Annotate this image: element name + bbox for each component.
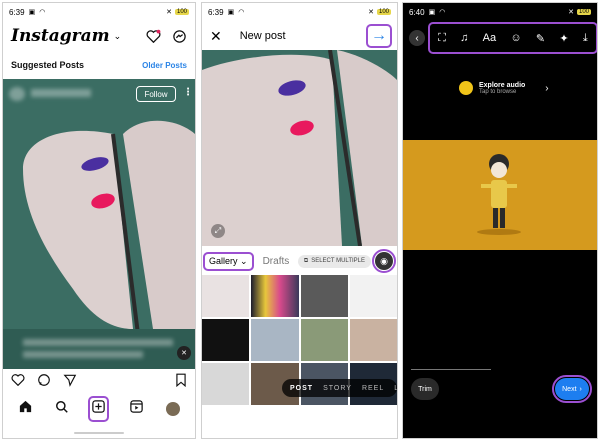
gallery-thumbnail[interactable]	[251, 275, 299, 317]
stack-icon: ⧉	[303, 257, 309, 264]
capture-mode-bar: POST STORY REEL LI	[282, 379, 397, 397]
mode-post[interactable]: POST	[290, 385, 313, 392]
notification-icon: ▣	[227, 9, 235, 16]
gallery-thumbnail[interactable]	[202, 319, 250, 361]
wifi-icon: ◠	[238, 9, 245, 16]
search-icon[interactable]	[55, 400, 69, 419]
bottom-navigation	[3, 395, 195, 423]
home-indicator	[74, 432, 124, 434]
battery-indicator: 100	[576, 9, 591, 15]
suggested-posts-label: Suggested Posts	[11, 60, 85, 70]
heart-icon[interactable]	[11, 373, 25, 391]
mode-live[interactable]: LI	[394, 385, 397, 392]
notification-icon: ▣	[428, 9, 436, 16]
post-image[interactable]	[3, 79, 195, 369]
wifi-icon: ◠	[39, 9, 46, 16]
messenger-icon[interactable]	[171, 28, 187, 44]
mode-reel[interactable]: REEL	[362, 385, 384, 392]
wifi-icon: ◠	[439, 9, 446, 16]
mute-icon[interactable]: ✕	[177, 346, 191, 360]
editor-toolbar: ⛶ ♫ Aa ☺ ✎ ✦ ⤓	[428, 22, 597, 54]
instagram-logo: Instagram	[11, 26, 110, 46]
mode-story[interactable]: STORY	[323, 385, 352, 392]
status-time: 6:39	[208, 7, 224, 17]
status-time: 6:40	[409, 7, 425, 17]
new-post-screen: 6:39 ▣ ◠ ✕ 100 ✕ New post → ⤢ Gallery ⌄ …	[201, 2, 398, 439]
close-icon[interactable]: ✕	[210, 28, 222, 45]
silent-icon: ✕	[166, 9, 172, 16]
post-actions	[3, 373, 195, 391]
sticker-icon[interactable]: ☺	[510, 32, 521, 44]
silent-icon: ✕	[368, 9, 374, 16]
video-preview[interactable]	[403, 140, 597, 250]
bookmark-icon[interactable]	[175, 373, 187, 392]
app-header: Instagram ⌄	[3, 23, 195, 49]
gallery-thumbnail[interactable]	[300, 319, 348, 361]
suggested-posts-bar: Suggested Posts Older Posts	[3, 55, 195, 75]
share-icon[interactable]	[63, 373, 77, 392]
draw-icon[interactable]: ✎	[536, 32, 545, 45]
gallery-bar: Gallery ⌄ Drafts ⧉ SELECT MULTIPLE ◉	[202, 249, 397, 273]
music-icon[interactable]: ♫	[460, 32, 468, 44]
camera-icon[interactable]: ◉	[372, 249, 396, 273]
gallery-thumbnail[interactable]	[251, 319, 299, 361]
select-multiple-label: SELECT MULTIPLE	[311, 258, 365, 264]
next-button[interactable]: Next ›	[552, 375, 592, 403]
chevron-right-icon: ›	[545, 82, 549, 94]
chevron-right-icon: ›	[579, 385, 582, 393]
timeline-track[interactable]	[411, 369, 491, 370]
effects-icon[interactable]: ✦	[559, 32, 568, 45]
avatar[interactable]	[165, 402, 180, 416]
chevron-down-icon: ⌄	[240, 255, 248, 266]
next-arrow-icon[interactable]: →	[366, 24, 392, 48]
status-bar: 6:39 ▣ ◠ ✕ 100	[202, 3, 397, 21]
next-label: Next	[562, 385, 577, 393]
trim-button[interactable]: Trim	[411, 378, 439, 400]
status-bar: 6:40 ▣ ◠ ✕ 100	[403, 3, 597, 21]
back-icon[interactable]: ‹	[409, 30, 425, 46]
screenshot-collage: 6:39 ▣ ◠ ✕ 100 Instagram ⌄ Suggested Pos…	[0, 0, 600, 442]
explore-audio-button[interactable]: Explore audio Tap to browse ›	[459, 81, 549, 95]
older-posts-link[interactable]: Older Posts	[142, 61, 187, 70]
battery-indicator: 100	[174, 9, 189, 15]
gallery-thumbnail[interactable]	[349, 275, 397, 317]
new-post-header: ✕ New post →	[202, 23, 397, 49]
chevron-down-icon[interactable]: ⌄	[114, 31, 122, 42]
status-bar: 6:39 ▣ ◠ ✕ 100	[3, 3, 195, 21]
gallery-thumbnail[interactable]	[202, 363, 250, 405]
reel-editor-screen: 6:40 ▣ ◠ ✕ 100 ‹ ⛶ ♫ Aa ☺ ✎ ✦ ⤓ Explore …	[402, 2, 598, 439]
reels-icon[interactable]	[129, 399, 144, 419]
follow-button[interactable]: Follow	[136, 86, 176, 102]
audio-icon	[459, 81, 473, 95]
select-multiple-button[interactable]: ⧉ SELECT MULTIPLE	[297, 254, 371, 268]
more-options-icon[interactable]: ⋮	[183, 87, 193, 98]
selected-image-preview[interactable]	[202, 50, 397, 246]
create-icon[interactable]	[88, 396, 110, 422]
crop-icon[interactable]: ⛶	[438, 32, 446, 45]
instagram-feed-screen: 6:39 ▣ ◠ ✕ 100 Instagram ⌄ Suggested Pos…	[2, 2, 196, 439]
heart-icon[interactable]	[145, 28, 161, 44]
explore-audio-label: Explore audio	[479, 81, 526, 89]
comment-icon[interactable]	[37, 373, 51, 392]
gallery-label: Gallery	[209, 255, 238, 266]
gallery-thumbnail[interactable]	[349, 319, 397, 361]
gallery-thumbnail[interactable]	[300, 275, 348, 317]
drafts-tab[interactable]: Drafts	[263, 256, 290, 267]
text-tool-icon[interactable]: Aa	[483, 32, 496, 44]
tap-to-browse-label: Tap to browse	[479, 88, 517, 95]
gallery-dropdown[interactable]: Gallery ⌄	[203, 251, 254, 271]
expand-icon[interactable]: ⤢	[211, 224, 225, 238]
notification-icon: ▣	[28, 9, 36, 16]
home-icon[interactable]	[18, 399, 33, 419]
page-title: New post	[239, 30, 286, 42]
download-icon[interactable]: ⤓	[583, 32, 588, 45]
status-time: 6:39	[9, 7, 25, 17]
battery-indicator: 100	[376, 9, 391, 15]
silent-icon: ✕	[568, 9, 574, 16]
gallery-thumbnail[interactable]	[202, 275, 250, 317]
